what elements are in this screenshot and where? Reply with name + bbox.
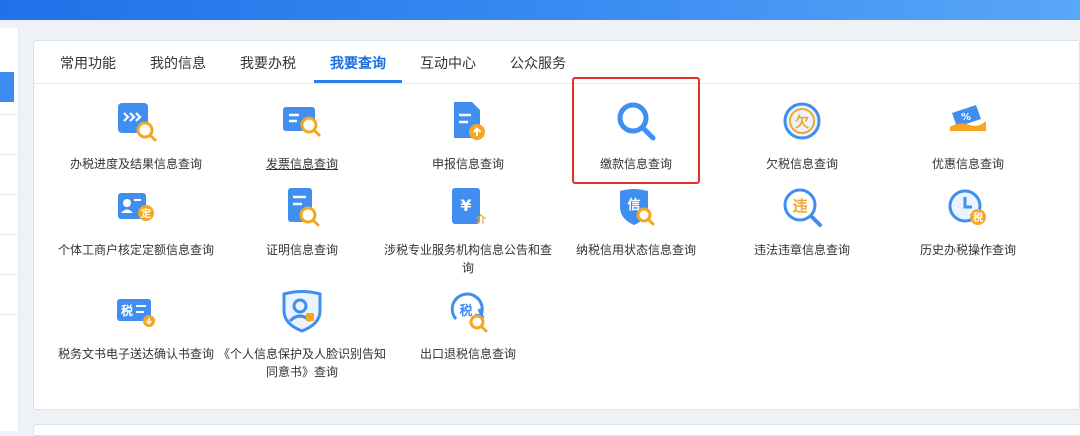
- service-invoice-query[interactable]: 发票信息查询: [217, 99, 387, 173]
- service-label: 办税进度及结果信息查询: [69, 157, 202, 171]
- document-delivery-icon: 税: [114, 289, 158, 333]
- service-label: 发票信息查询: [265, 157, 338, 171]
- invoice-search-icon: [280, 99, 324, 143]
- service-payment-query[interactable]: 缴款信息查询: [551, 99, 721, 173]
- service-violation-query[interactable]: 违 违法违章信息查询: [717, 185, 887, 259]
- service-label: 出口退税信息查询: [419, 347, 516, 361]
- business-quota-icon: 定: [114, 185, 158, 229]
- active-tab-underline: [314, 80, 402, 83]
- credit-shield-icon: 信: [614, 185, 658, 229]
- service-discount-query[interactable]: % 优惠信息查询: [883, 99, 1053, 173]
- tab-query[interactable]: 我要查询: [330, 53, 386, 73]
- icon-glyph: 税: [973, 211, 983, 224]
- service-label: 优惠信息查询: [931, 157, 1004, 171]
- service-history-query[interactable]: 税 历史办税操作查询: [883, 185, 1053, 259]
- progress-search-icon: [114, 99, 158, 143]
- service-label: 《个人信息保护及人脸识别告知同意书》查询: [217, 347, 386, 379]
- bottom-panel: [33, 424, 1080, 436]
- arrears-icon: 欠: [780, 99, 824, 143]
- tab-my-info[interactable]: 我的信息: [150, 53, 206, 73]
- service-label: 缴款信息查询: [599, 157, 672, 171]
- icon-glyph: 欠: [795, 114, 809, 131]
- service-progress-query[interactable]: 办税进度及结果信息查询: [51, 99, 221, 173]
- service-label: 税务文书电子送达确认书查询: [57, 347, 214, 361]
- magnifier-icon: [614, 99, 658, 143]
- service-agency-query[interactable]: ¥ 介 涉税专业服务机构信息公告和查询: [383, 185, 553, 277]
- discount-ticket-icon: %: [946, 99, 990, 143]
- service-certificate-query[interactable]: 证明信息查询: [217, 185, 387, 259]
- icon-glyph: ¥: [460, 196, 471, 215]
- history-clock-icon: 税: [946, 185, 990, 229]
- service-declaration-query[interactable]: 申报信息查询: [383, 99, 553, 173]
- left-sidebar-divider: [0, 194, 18, 195]
- left-sidebar-divider: [0, 154, 18, 155]
- left-sidebar-divider: [0, 114, 18, 115]
- export-refund-icon: 税: [446, 289, 490, 333]
- left-sidebar-divider: [0, 234, 18, 235]
- left-sidebar: [0, 28, 19, 431]
- icon-glyph: 税: [459, 303, 472, 319]
- service-privacy-consent-query[interactable]: 《个人信息保护及人脸识别告知同意书》查询: [217, 289, 387, 381]
- certificate-search-icon: [280, 185, 324, 229]
- icon-glyph: 介: [475, 213, 487, 226]
- service-export-refund-query[interactable]: 税 出口退税信息查询: [383, 289, 553, 363]
- service-label: 涉税专业服务机构信息公告和查询: [383, 243, 552, 275]
- top-banner: [0, 0, 1080, 20]
- icon-glyph: %: [961, 112, 971, 123]
- service-label: 证明信息查询: [265, 243, 338, 257]
- service-arrears-query[interactable]: 欠 欠税信息查询: [717, 99, 887, 173]
- tab-interaction-center[interactable]: 互动中心: [420, 53, 476, 73]
- left-sidebar-active-item[interactable]: [0, 72, 14, 102]
- tab-bar: 常用功能 我的信息 我要办税 我要查询 互动中心 公众服务: [34, 41, 1079, 84]
- tab-tax-handling[interactable]: 我要办税: [240, 53, 296, 73]
- service-business-quota-query[interactable]: 定 个体工商户核定定额信息查询: [51, 185, 221, 259]
- query-panel: 常用功能 我的信息 我要办税 我要查询 互动中心 公众服务 办税进度及结果信息查…: [33, 40, 1080, 410]
- service-label: 违法违章信息查询: [753, 243, 850, 257]
- tab-common-functions[interactable]: 常用功能: [60, 53, 116, 73]
- service-label: 历史办税操作查询: [919, 243, 1016, 257]
- agency-icon: ¥ 介: [446, 185, 490, 229]
- declaration-upload-icon: [446, 99, 490, 143]
- service-label: 申报信息查询: [431, 157, 504, 171]
- service-label: 个体工商户核定定额信息查询: [57, 243, 214, 257]
- privacy-face-icon: [280, 289, 324, 333]
- violation-icon: 违: [780, 185, 824, 229]
- tab-public-services[interactable]: 公众服务: [510, 53, 566, 73]
- icon-glyph: 税: [121, 303, 133, 318]
- icon-glyph: 违: [792, 197, 807, 215]
- service-credit-status-query[interactable]: 信 纳税信用状态信息查询: [551, 185, 721, 259]
- service-label: 欠税信息查询: [765, 157, 838, 171]
- left-sidebar-divider: [0, 314, 18, 315]
- service-document-delivery-query[interactable]: 税 税务文书电子送达确认书查询: [51, 289, 221, 363]
- service-label: 纳税信用状态信息查询: [575, 243, 696, 257]
- left-sidebar-divider: [0, 274, 18, 275]
- icon-glyph: 定: [141, 207, 151, 220]
